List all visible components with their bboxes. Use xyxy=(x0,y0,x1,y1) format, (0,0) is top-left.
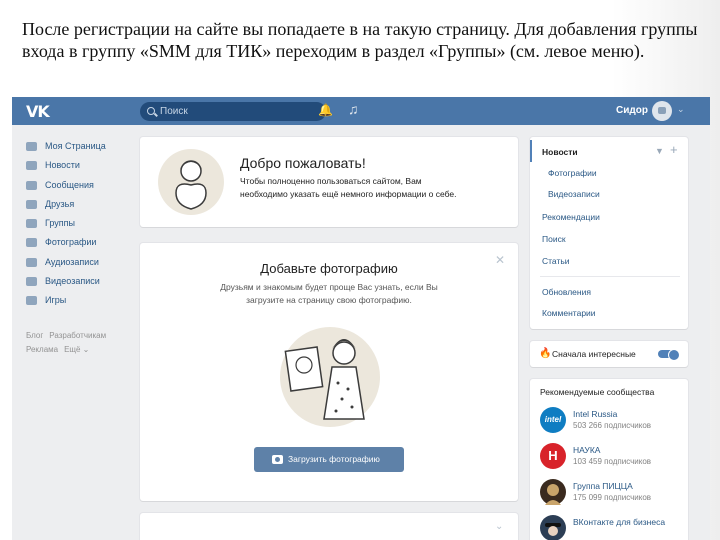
left-menu: Моя Страница Новости Сообщения Друзья Гр… xyxy=(26,137,141,357)
upload-photo-button[interactable]: Загрузить фотографию xyxy=(254,447,404,472)
vk-screenshot: VK Поиск 🔔 ♫ Сидор ⌄ Моя Страница Новост… xyxy=(12,97,710,540)
search-icon xyxy=(147,107,155,115)
link-blog[interactable]: Блог xyxy=(26,331,43,340)
camera-icon xyxy=(26,238,37,248)
welcome-illustration xyxy=(158,149,224,215)
next-card: ⌄ xyxy=(140,513,518,540)
groups-icon xyxy=(26,219,37,229)
menu-item-news[interactable]: Новости xyxy=(542,147,578,157)
plus-icon[interactable]: + xyxy=(670,142,678,157)
menu-item-articles[interactable]: Статьи xyxy=(542,256,570,266)
link-ads[interactable]: Реклама xyxy=(26,345,58,354)
menu-item-videos[interactable]: Видеозаписи xyxy=(548,189,600,199)
home-icon xyxy=(26,142,37,151)
link-developers[interactable]: Разработчикам xyxy=(49,331,106,340)
menu-item-photos[interactable]: Фотографии xyxy=(548,168,597,178)
sidebar-item-news[interactable]: Новости xyxy=(26,156,141,175)
welcome-title: Добро пожаловать! xyxy=(240,155,366,171)
fire-icon: 🔥 xyxy=(539,348,552,359)
news-icon xyxy=(26,161,37,171)
username[interactable]: Сидор xyxy=(616,105,648,116)
active-indicator xyxy=(530,140,532,162)
intel-logo: intel xyxy=(540,407,566,433)
sidebar-item-games[interactable]: Игры xyxy=(26,291,141,310)
add-photo-text: Друзьям и знакомым будет проще Вас узнат… xyxy=(220,282,438,305)
link-more[interactable]: Ещё ⌄ xyxy=(64,345,89,354)
filter-icon[interactable]: ▼ xyxy=(655,146,664,156)
sidebar-item-my-page[interactable]: Моя Страница xyxy=(26,137,141,156)
menu-item-recommendations[interactable]: Рекомендации xyxy=(542,212,600,222)
pizza-group-avatar xyxy=(540,479,566,505)
bell-icon[interactable]: 🔔 xyxy=(318,103,333,117)
search-input[interactable]: Поиск xyxy=(140,102,326,121)
communities-title: Рекомендуемые сообщества xyxy=(540,387,655,397)
video-icon xyxy=(26,277,37,287)
sidebar-item-messages[interactable]: Сообщения xyxy=(26,176,141,195)
chevron-down-icon[interactable]: ⌄ xyxy=(677,104,685,115)
gamepad-icon xyxy=(26,296,37,306)
menu-item-updates[interactable]: Обновления xyxy=(542,287,591,297)
footer-links: Блог Разработчикам Реклама Ещё ⌄ xyxy=(26,329,141,357)
search-placeholder: Поиск xyxy=(160,106,188,117)
welcome-text: Чтобы полноценно пользоваться сайтом, Ва… xyxy=(240,176,457,199)
top-bar: VK Поиск 🔔 ♫ Сидор ⌄ xyxy=(12,97,710,125)
sidebar-item-video[interactable]: Видеозаписи xyxy=(26,272,141,291)
community-item[interactable]: intel Intel Russia 503 266 подписчиков xyxy=(540,407,685,437)
right-news-menu: Новости ▼ + Фотографии Видеозаписи Реком… xyxy=(530,137,688,329)
add-photo-card: ✕ Добавьте фотографию Друзьям и знакомым… xyxy=(140,243,518,501)
interesting-first-toggle-card: 🔥 Сначала интересные xyxy=(530,341,688,367)
sidebar-item-audio[interactable]: Аудиозаписи xyxy=(26,253,141,272)
chevron-down-icon[interactable]: ⌄ xyxy=(495,521,503,532)
messages-icon xyxy=(26,180,37,190)
divider xyxy=(540,276,680,277)
community-item[interactable]: ВКонтакте для бизнеса xyxy=(540,515,685,540)
welcome-card: Добро пожаловать! Чтобы полноценно польз… xyxy=(140,137,518,227)
menu-item-comments[interactable]: Комментарии xyxy=(542,308,596,318)
upload-photo-label: Загрузить фотографию xyxy=(288,454,380,464)
music-icon xyxy=(26,257,37,267)
menu-item-search[interactable]: Поиск xyxy=(542,234,566,244)
camera-icon xyxy=(272,455,283,464)
vk-business-avatar xyxy=(540,515,566,540)
recommended-communities: Рекомендуемые сообщества intel Intel Rus… xyxy=(530,379,688,540)
sidebar-item-photos[interactable]: Фотографии xyxy=(26,233,141,252)
interesting-first-toggle[interactable] xyxy=(658,349,680,361)
vk-logo[interactable]: VK xyxy=(26,102,50,121)
community-item[interactable]: Н НАУКА 103 459 подписчиков xyxy=(540,443,685,473)
music-icon[interactable]: ♫ xyxy=(348,101,359,117)
community-item[interactable]: Группа ПИЦЦА 175 099 подписчиков xyxy=(540,479,685,509)
nauka-logo: Н xyxy=(540,443,566,469)
avatar[interactable] xyxy=(652,101,672,121)
sidebar-item-friends[interactable]: Друзья xyxy=(26,195,141,214)
add-photo-title: Добавьте фотографию xyxy=(260,261,398,276)
slide-caption: После регистрации на сайте вы попадаете … xyxy=(22,19,698,61)
sidebar-item-groups[interactable]: Группы xyxy=(26,214,141,233)
friends-icon xyxy=(26,199,37,209)
interesting-first-label: Сначала интересные xyxy=(552,349,636,359)
photo-illustration xyxy=(280,327,380,427)
